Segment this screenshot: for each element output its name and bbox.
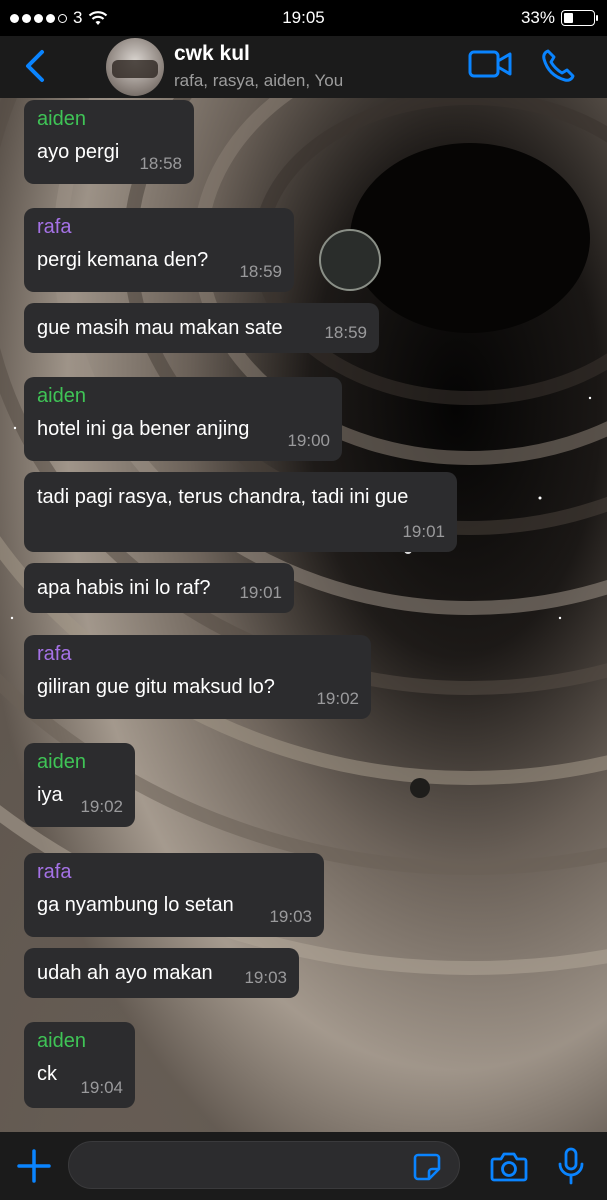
group-members[interactable]: rafa, rasya, aiden, You (174, 71, 343, 91)
camera-icon[interactable] (490, 1149, 528, 1183)
composer-bar (0, 1132, 607, 1200)
message-time: 19:02 (316, 689, 359, 708)
status-bar: 3 19:05 33% (0, 0, 607, 36)
message-input[interactable] (68, 1141, 460, 1189)
message-text: gue masih mau makan sate (37, 317, 283, 339)
group-avatar[interactable] (106, 38, 164, 96)
message-bubble[interactable]: udah ah ayo makan 19:03 (24, 948, 299, 998)
message-time: 18:59 (239, 262, 282, 281)
sticker-icon[interactable] (412, 1152, 442, 1182)
message-bubble[interactable]: aiden hotel ini ga bener anjing 19:00 (24, 377, 342, 461)
battery-percent: 33% (520, 8, 555, 27)
chat-header: cwk kul rafa, rasya, aiden, You (0, 36, 607, 98)
battery-area: 33% (520, 8, 598, 28)
message-sender: aiden (37, 1030, 86, 1052)
group-title[interactable]: cwk kul (174, 42, 250, 66)
message-time: 19:03 (269, 907, 312, 926)
message-text: tadi pagi rasya, terus chandra, tadi ini… (37, 486, 409, 508)
message-bubble[interactable]: tadi pagi rasya, terus chandra, tadi ini… (24, 472, 457, 552)
message-time: 19:01 (239, 583, 282, 602)
message-bubble[interactable]: rafa ga nyambung lo setan 19:03 (24, 853, 324, 937)
message-sender: aiden (37, 108, 86, 130)
message-bubble[interactable]: apa habis ini lo raf? 19:01 (24, 563, 294, 613)
message-time: 18:59 (324, 323, 367, 342)
clock: 19:05 (282, 8, 325, 27)
message-sender: aiden (37, 751, 86, 773)
message-sender: rafa (37, 216, 72, 238)
message-time: 19:01 (402, 522, 445, 541)
message-bubble[interactable]: aiden ayo pergi 18:58 (24, 100, 194, 184)
message-sender: rafa (37, 643, 72, 665)
message-bubble[interactable]: rafa giliran gue gitu maksud lo? 19:02 (24, 635, 371, 719)
message-time: 19:02 (80, 797, 123, 816)
message-time: 19:03 (244, 968, 287, 987)
message-bubble[interactable]: aiden iya 19:02 (24, 743, 135, 827)
message-sender: aiden (37, 385, 86, 407)
plus-icon[interactable] (14, 1146, 54, 1186)
message-sender: rafa (37, 861, 72, 883)
message-bubble[interactable]: aiden ck 19:04 (24, 1022, 135, 1108)
message-time: 18:58 (139, 154, 182, 173)
message-time: 19:04 (80, 1078, 123, 1097)
phone-call-icon[interactable] (540, 48, 576, 84)
back-chevron-icon[interactable] (18, 46, 52, 86)
message-time: 19:00 (287, 431, 330, 450)
message-text: giliran gue gitu maksud lo? (37, 676, 275, 698)
video-call-icon[interactable] (468, 49, 512, 79)
message-text: hotel ini ga bener anjing (37, 418, 250, 440)
message-bubble[interactable]: gue masih mau makan sate 18:59 (24, 303, 379, 353)
battery-icon (561, 10, 598, 26)
microphone-icon[interactable] (556, 1146, 586, 1186)
message-bubble[interactable]: rafa pergi kemana den? 18:59 (24, 208, 294, 292)
